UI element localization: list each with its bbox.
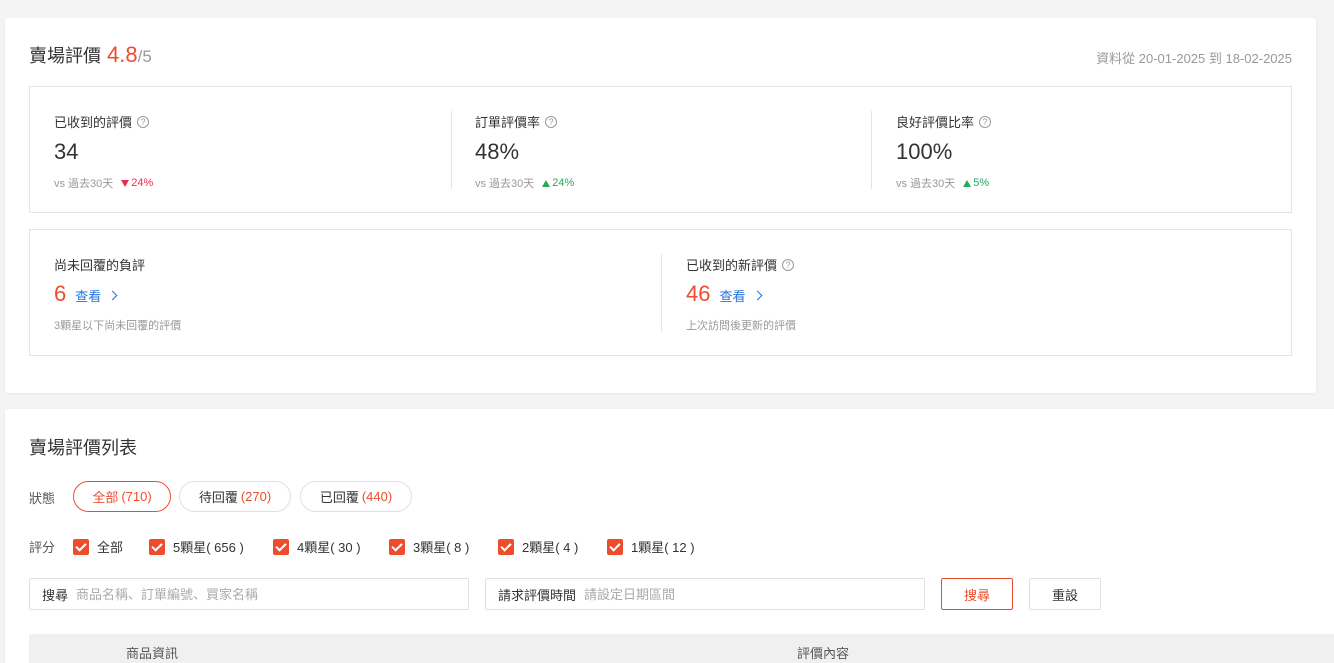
checkbox-checked-icon[interactable] [607,538,623,555]
search-input[interactable] [76,586,407,602]
help-circle-icon[interactable]: ? [782,258,795,271]
status-tab-all[interactable]: 全部 (710) [73,481,171,512]
pending-label: 尚未回覆的負評 [54,258,146,273]
metrics-panel: 已收到的評價 ? 34 vs 過去30天 24% 訂單評價率 ? 48% vs … [29,86,1292,213]
rating-filter-1-star[interactable]: 1顆星( 12 ) [607,537,695,556]
metric-label: 已收到的評價 [54,115,133,130]
chevron-right-icon [107,290,118,301]
rating-filter-4-star[interactable]: 4顆星( 30 ) [273,537,361,556]
rating-filter-5-star[interactable]: 5顆星( 656 ) [149,537,244,556]
new-reviews-received: 已收到的新評價 ? 46 查看 上次訪問後更新的評價 [662,230,1292,355]
rating-filter-3-star[interactable]: 3顆星( 8 ) [389,537,469,556]
metric-good-review-ratio: 良好評價比率 ? 100% vs 過去30天 5% [872,87,1292,212]
column-header-review-content: 評價內容 [797,646,850,661]
checkbox-checked-icon[interactable] [73,538,89,555]
shop-rating-score: 4.8/5 [107,42,152,70]
reset-button[interactable]: 重設 [1029,578,1101,610]
metric-value: 34 [54,139,79,164]
metric-change: 24% [542,177,574,189]
checkbox-checked-icon[interactable] [273,538,289,555]
metric-label: 良好評價比率 [896,115,975,130]
date-range: 資料從 20-01-2025 到 18-02-2025 [1096,51,1292,66]
rating-label: 評分 [29,540,56,555]
status-label: 狀態 [29,491,56,506]
metric-compare-label: vs 過去30天 [54,178,114,190]
metric-value: 48% [475,139,520,164]
pending-desc: 上次訪問後更新的評價 [686,320,796,332]
pending-negative-reviews: 尚未回覆的負評 6 查看 3顆星以下尚未回覆的評價 [30,230,661,355]
metric-compare-label: vs 過去30天 [475,178,535,190]
pending-desc: 3顆星以下尚未回覆的評價 [54,320,182,332]
triangle-up-icon [542,179,551,187]
shop-rating-summary-card: 賣場評價 4.8/5 資料從 20-01-2025 到 18-02-2025 已… [5,18,1316,393]
status-tab-pending[interactable]: 待回覆 (270) [179,481,291,512]
triangle-up-icon [963,179,972,187]
checkbox-checked-icon[interactable] [498,538,514,555]
pending-count: 46 [686,281,711,306]
shop-rating-title: 賣場評價 [29,46,101,66]
search-button[interactable]: 搜尋 [941,578,1013,610]
review-table-header: 商品資訊 評價內容 [29,634,1334,663]
metric-order-review-rate: 訂單評價率 ? 48% vs 過去30天 24% [451,87,871,212]
search-field-label: 搜尋 [42,587,69,603]
pending-panel: 尚未回覆的負評 6 查看 3顆星以下尚未回覆的評價 已收到的新評價 ? 46 查… [29,229,1292,356]
checkbox-checked-icon[interactable] [389,538,405,555]
rating-filter-2-star[interactable]: 2顆星( 4 ) [498,537,578,556]
review-list-card: 賣場評價列表 狀態 全部 (710) 待回覆 (270) 已回覆 (440) 評分 全… [5,409,1334,663]
help-circle-icon[interactable]: ? [979,115,992,128]
date-filter-label: 請求評價時間 [498,587,577,603]
rating-filter-all[interactable]: 全部 [73,537,123,556]
checkbox-checked-icon[interactable] [149,538,165,555]
search-field[interactable]: 搜尋 [29,578,469,610]
review-list-title: 賣場評價列表 [29,438,137,458]
view-link[interactable]: 查看 [75,286,118,305]
view-link[interactable]: 查看 [719,286,762,305]
chevron-right-icon [752,290,762,301]
metric-change: 5% [963,177,989,189]
column-header-product-info: 商品資訊 [126,646,179,661]
pending-count: 6 [54,281,67,306]
metric-change: 24% [121,177,153,189]
score-value: 4.8 [107,42,138,67]
help-circle-icon[interactable]: ? [545,115,558,128]
date-range-input[interactable] [584,586,905,602]
metric-compare-label: vs 過去30天 [896,178,956,190]
triangle-down-icon [121,179,130,187]
score-max: /5 [137,47,152,66]
metric-received-reviews: 已收到的評價 ? 34 vs 過去30天 24% [30,87,451,212]
help-circle-icon[interactable]: ? [137,115,150,128]
metric-label: 訂單評價率 [475,115,541,130]
date-filter-field[interactable]: 請求評價時間 [485,578,925,610]
pending-label: 已收到的新評價 [686,258,778,273]
status-tab-replied[interactable]: 已回覆 (440) [300,481,412,512]
metric-value: 100% [896,139,953,164]
